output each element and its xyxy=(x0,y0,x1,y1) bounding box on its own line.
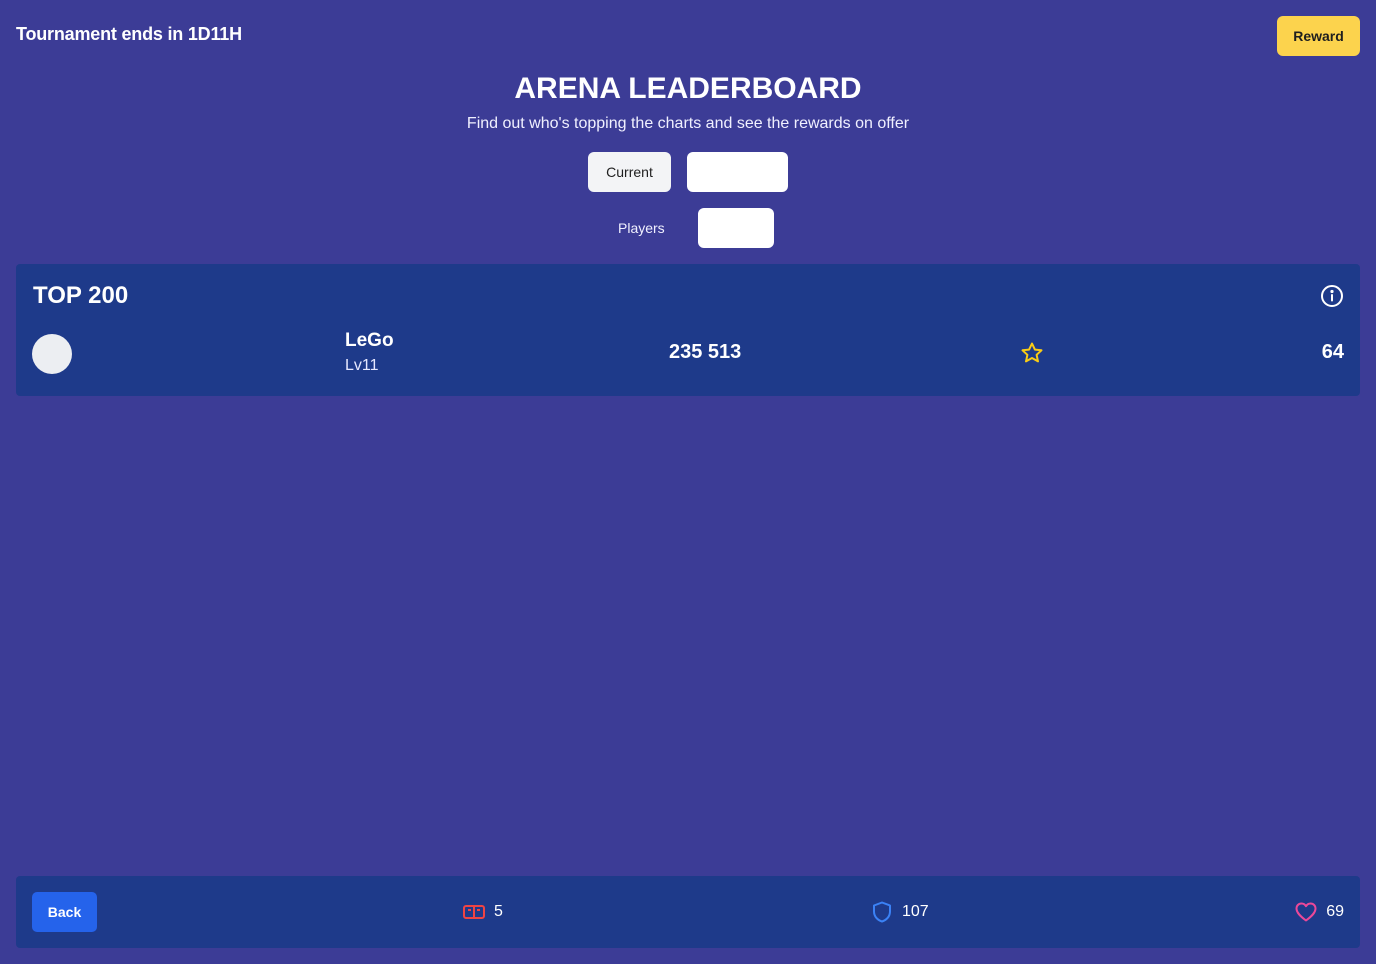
player-score: 235 513 xyxy=(669,341,742,363)
tickets-stat: 5 xyxy=(462,900,503,924)
tournament-timer: Tournament ends in 1D11H xyxy=(16,24,242,44)
tab-other[interactable] xyxy=(687,152,788,192)
tab-current[interactable]: Current xyxy=(588,152,671,192)
lives-count: 69 xyxy=(1326,903,1344,920)
player-points: 64 xyxy=(1321,341,1344,363)
player-level: Lv11 xyxy=(345,357,379,374)
back-button[interactable]: Back xyxy=(32,892,97,932)
leaderboard-panel: TOP 200 LeGo Lv11 235 513 64 xyxy=(16,264,1360,396)
shield-stat: 107 xyxy=(870,900,929,924)
shield-icon xyxy=(873,901,891,923)
avatar xyxy=(32,334,72,374)
heart-icon xyxy=(1295,902,1317,922)
ticket-icon xyxy=(463,905,485,919)
leaderboard-title: TOP 200 xyxy=(33,282,129,309)
footer-bar: Back 5 107 69 xyxy=(16,876,1360,948)
reward-button[interactable]: Reward xyxy=(1277,16,1360,56)
leaderboard-row[interactable]: LeGo Lv11 235 513 64 xyxy=(16,330,1360,378)
info-icon[interactable] xyxy=(1320,284,1344,308)
player-name: LeGo xyxy=(345,330,394,351)
players-filter-select[interactable] xyxy=(698,208,774,248)
lives-stat: 69 xyxy=(1294,900,1344,924)
tickets-count: 5 xyxy=(494,903,503,920)
page-title: ARENA LEADERBOARD xyxy=(514,72,862,105)
page-subtitle: Find out who's topping the charts and se… xyxy=(466,115,910,132)
players-filter-label: Players xyxy=(618,220,665,236)
star-icon xyxy=(1021,342,1043,363)
shield-count: 107 xyxy=(902,903,929,920)
